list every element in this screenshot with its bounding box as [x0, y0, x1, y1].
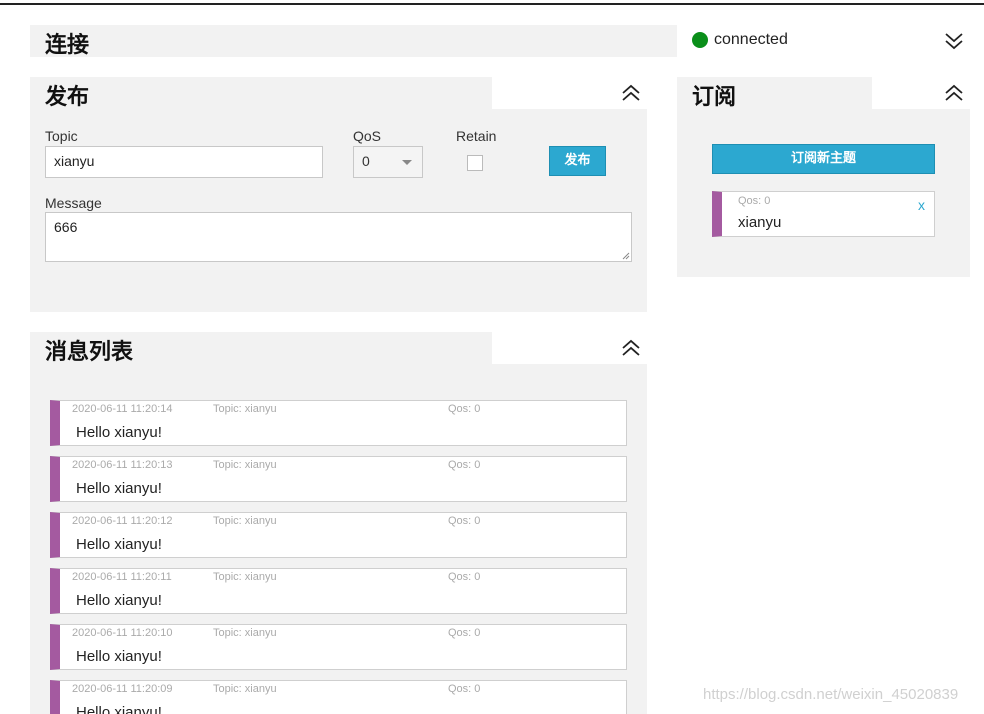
subscribe-header: 订阅	[677, 77, 872, 110]
message-time: 2020-06-11 11:20:11	[72, 571, 172, 583]
connection-status: connected	[692, 31, 788, 49]
message-body: Hello xianyu!	[76, 424, 162, 441]
unsubscribe-close-icon[interactable]: x	[918, 197, 925, 213]
topic-input[interactable]: xianyu	[45, 146, 323, 178]
message-textarea[interactable]: 666	[45, 212, 632, 262]
collapse-messages-chevron-up-icon[interactable]	[620, 337, 642, 359]
message-item: 2020-06-11 11:20:13 Topic: xianyu Qos: 0…	[50, 456, 627, 502]
status-text: connected	[714, 31, 788, 48]
status-dot-icon	[692, 32, 708, 48]
message-body: Hello xianyu!	[76, 648, 162, 665]
message-body: Hello xianyu!	[76, 704, 162, 714]
collapse-publish-chevron-up-icon[interactable]	[620, 82, 642, 104]
message-list-header: 消息列表	[30, 332, 492, 365]
message-item: 2020-06-11 11:20:14 Topic: xianyu Qos: 0…	[50, 400, 627, 446]
message-body: Hello xianyu!	[76, 480, 162, 497]
subscription-item: Qos: 0 xianyu x	[712, 191, 935, 237]
qos-selected-value: 0	[362, 153, 370, 169]
message-qos: Qos: 0	[448, 683, 481, 695]
message-qos: Qos: 0	[448, 459, 481, 471]
qos-select[interactable]: 0	[353, 146, 423, 178]
subscription-qos: Qos: 0	[738, 195, 771, 207]
resize-handle-icon[interactable]	[622, 252, 630, 260]
message-topic: Topic: xianyu	[213, 683, 277, 695]
new-subscription-button[interactable]: 订阅新主题	[712, 144, 935, 174]
message-time: 2020-06-11 11:20:13	[72, 459, 173, 471]
message-item: 2020-06-11 11:20:10 Topic: xianyu Qos: 0…	[50, 624, 627, 670]
subscription-topic: xianyu	[738, 214, 782, 231]
message-time: 2020-06-11 11:20:09	[72, 683, 173, 695]
message-item: 2020-06-11 11:20:09 Topic: xianyu Qos: 0…	[50, 680, 627, 714]
message-topic: Topic: xianyu	[213, 515, 277, 527]
message-qos: Qos: 0	[448, 403, 481, 415]
collapse-subscribe-chevron-up-icon[interactable]	[943, 82, 965, 104]
publish-panel	[30, 109, 647, 312]
message-topic: Topic: xianyu	[213, 627, 277, 639]
message-topic: Topic: xianyu	[213, 459, 277, 471]
publish-button[interactable]: 发布	[549, 146, 606, 176]
message-list: 2020-06-11 11:20:14 Topic: xianyu Qos: 0…	[50, 400, 627, 714]
connection-title: 连接	[45, 33, 90, 58]
message-topic: Topic: xianyu	[213, 571, 277, 583]
message-item: 2020-06-11 11:20:11 Topic: xianyu Qos: 0…	[50, 568, 627, 614]
message-label: Message	[45, 195, 102, 211]
subscribe-title: 订阅	[692, 85, 737, 110]
expand-connection-chevron-down-icon[interactable]	[943, 30, 965, 52]
topic-label: Topic	[45, 128, 78, 144]
message-body: Hello xianyu!	[76, 536, 162, 553]
retain-label: Retain	[456, 128, 497, 144]
message-time: 2020-06-11 11:20:14	[72, 403, 173, 415]
message-value: 666	[54, 219, 78, 235]
message-topic: Topic: xianyu	[213, 403, 277, 415]
message-body: Hello xianyu!	[76, 592, 162, 609]
message-time: 2020-06-11 11:20:12	[72, 515, 173, 527]
publish-title: 发布	[45, 85, 90, 110]
message-qos: Qos: 0	[448, 571, 481, 583]
watermark-text: https://blog.csdn.net/weixin_45020839	[703, 686, 959, 703]
top-border-line	[0, 3, 984, 5]
connection-header[interactable]: 连接	[30, 25, 677, 58]
message-qos: Qos: 0	[448, 515, 481, 527]
publish-header: 发布	[30, 77, 492, 110]
retain-checkbox[interactable]	[467, 155, 483, 171]
message-qos: Qos: 0	[448, 627, 481, 639]
qos-label: QoS	[353, 128, 382, 144]
message-time: 2020-06-11 11:20:10	[72, 627, 173, 639]
caret-down-icon	[402, 160, 412, 165]
message-item: 2020-06-11 11:20:12 Topic: xianyu Qos: 0…	[50, 512, 627, 558]
message-list-title: 消息列表	[45, 340, 134, 365]
